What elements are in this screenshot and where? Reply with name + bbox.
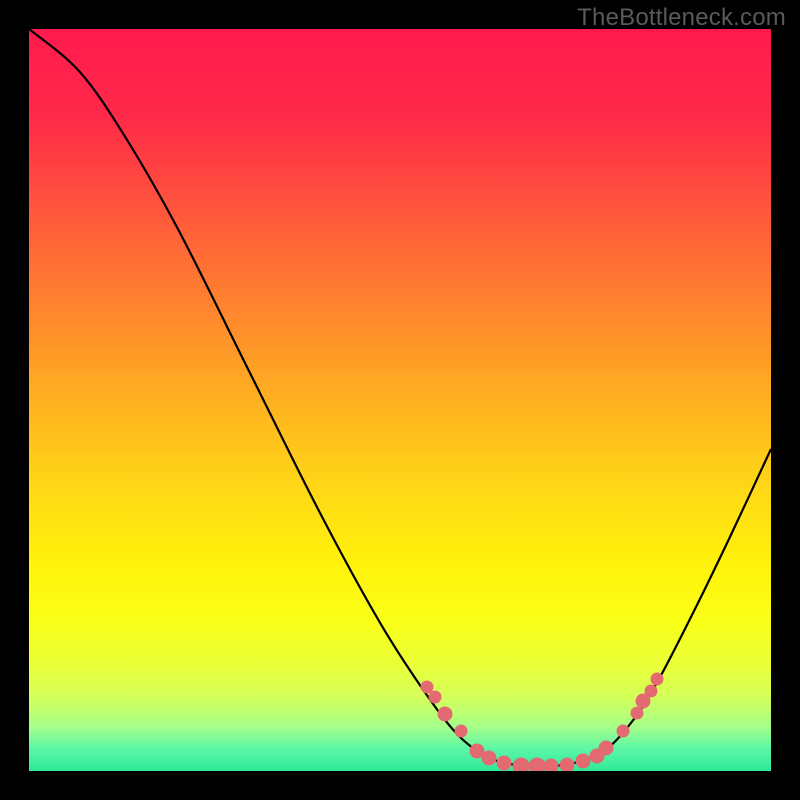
data-dot bbox=[529, 758, 545, 771]
data-dot bbox=[497, 756, 511, 770]
curve-layer bbox=[29, 29, 771, 771]
data-dot bbox=[421, 681, 433, 693]
bottleneck-curve bbox=[29, 29, 771, 766]
data-dot bbox=[544, 759, 558, 771]
data-dot bbox=[651, 673, 663, 685]
data-dot bbox=[560, 758, 574, 771]
data-dot bbox=[576, 754, 590, 768]
dots-group bbox=[421, 673, 663, 771]
plot-area bbox=[29, 29, 771, 771]
data-dot bbox=[455, 725, 467, 737]
data-dot bbox=[438, 707, 452, 721]
chart-frame: TheBottleneck.com bbox=[0, 0, 800, 800]
data-dot bbox=[645, 685, 657, 697]
data-dot bbox=[513, 758, 529, 771]
data-dot bbox=[482, 751, 496, 765]
data-dot bbox=[617, 725, 629, 737]
data-dot bbox=[599, 741, 613, 755]
watermark-text: TheBottleneck.com bbox=[577, 4, 786, 32]
data-dot bbox=[631, 707, 643, 719]
data-dot bbox=[429, 691, 441, 703]
